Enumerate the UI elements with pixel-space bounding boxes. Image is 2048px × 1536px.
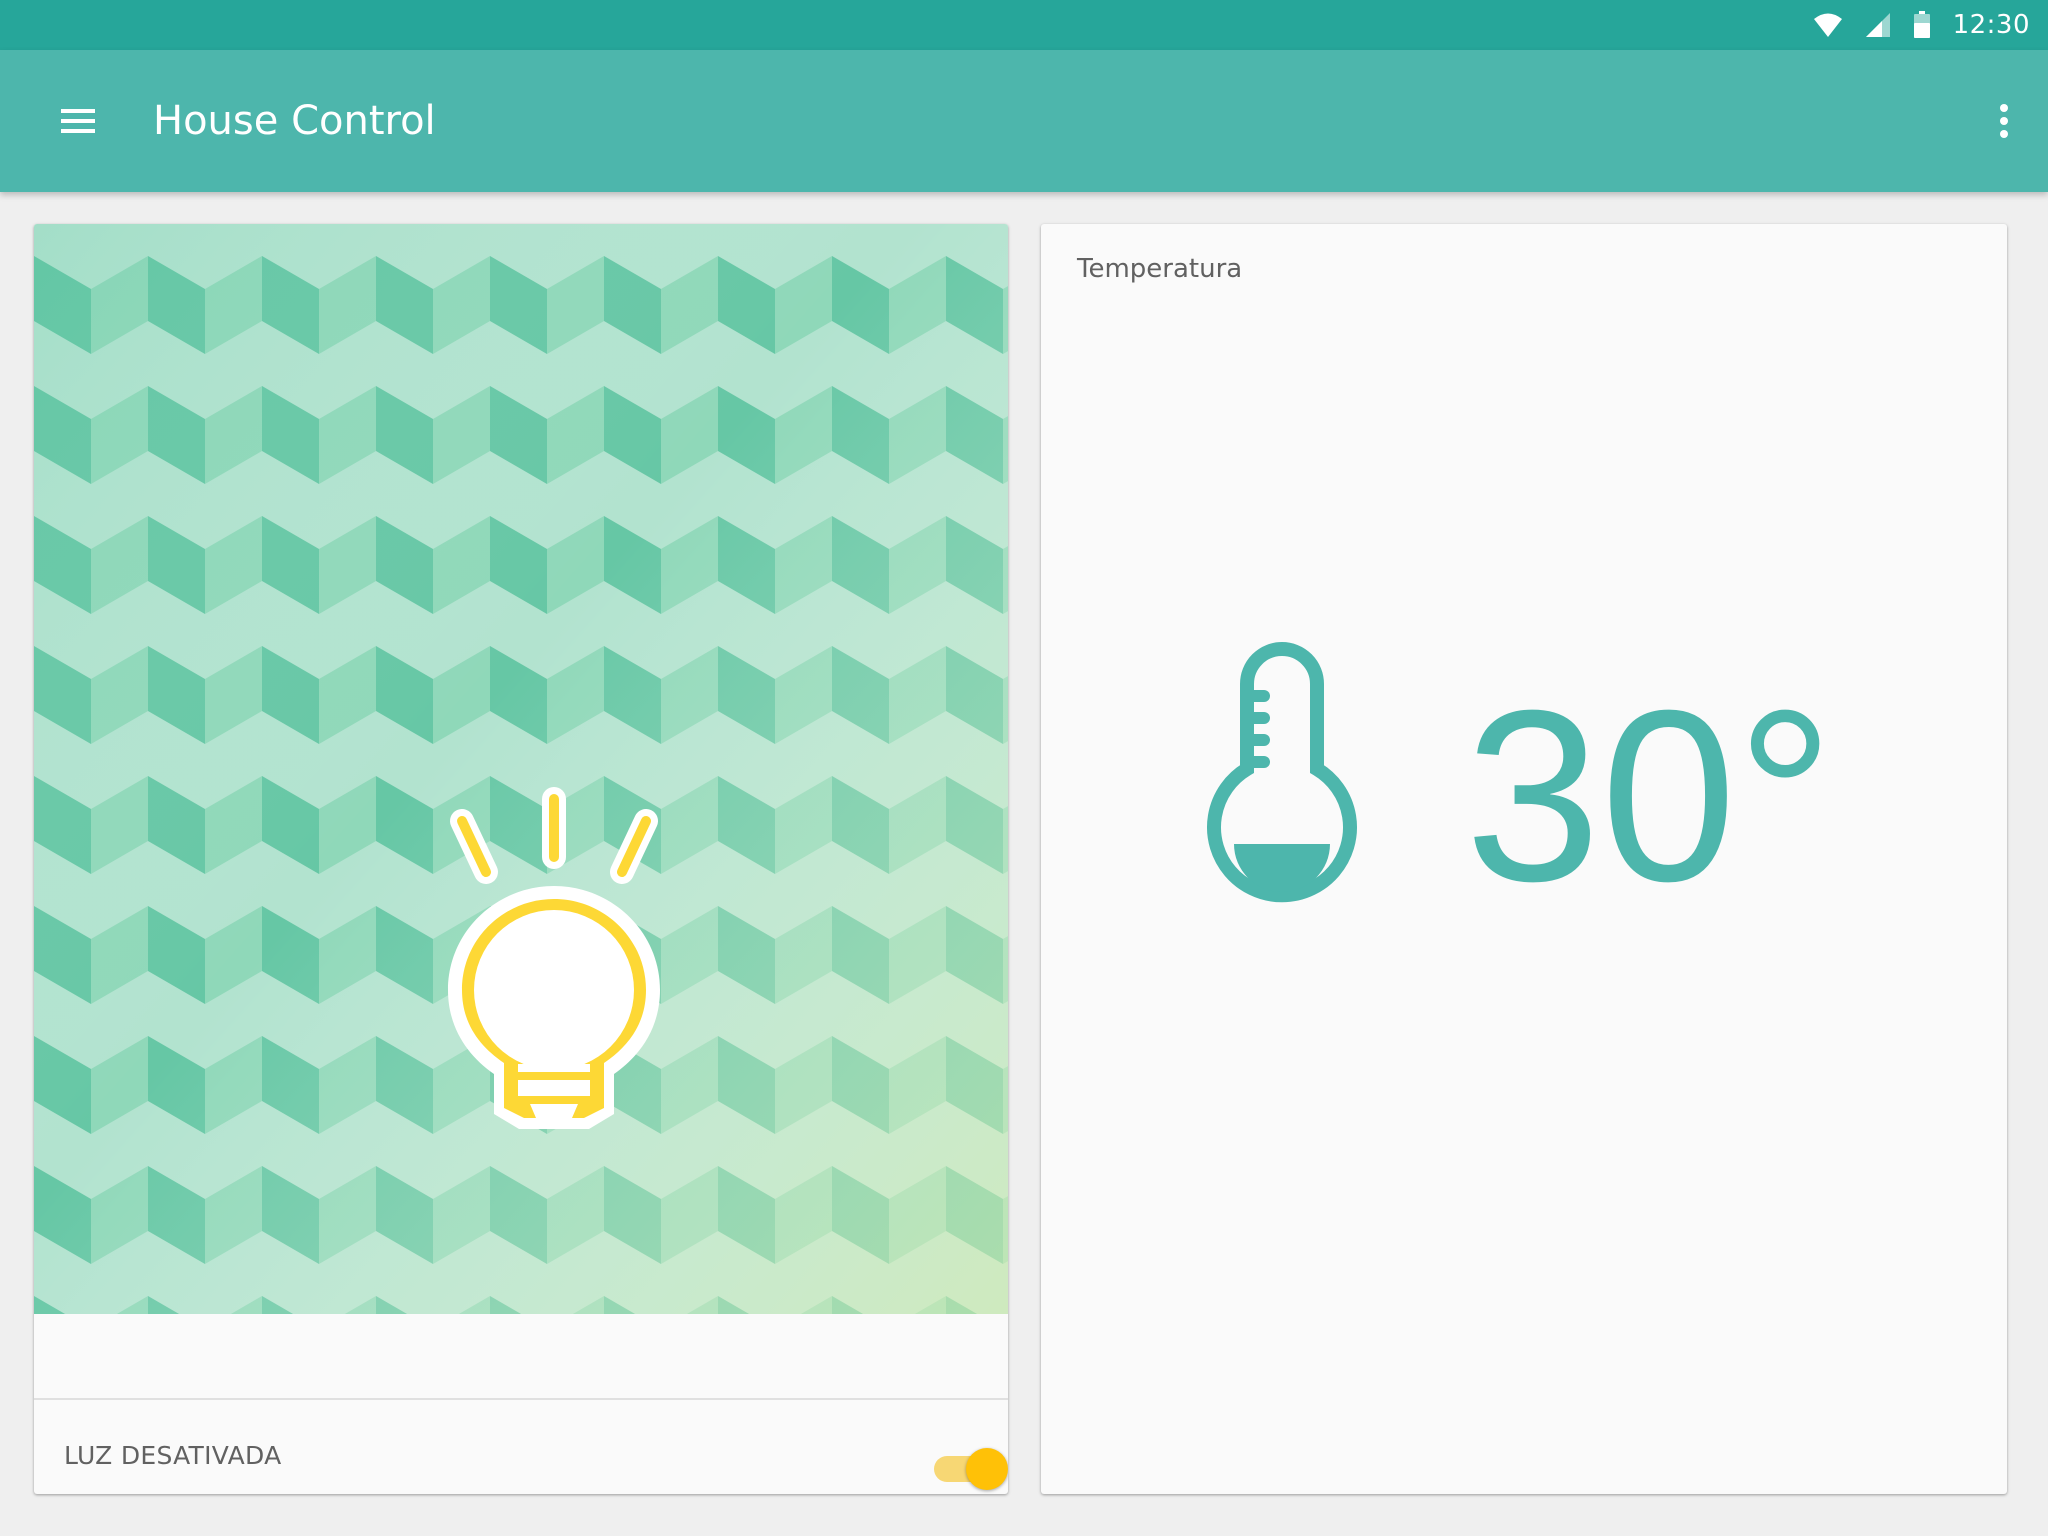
- menu-button[interactable]: [54, 98, 102, 144]
- battery-icon: [1913, 11, 1931, 39]
- temperature-card: Temperatura 30°: [1041, 224, 2007, 1494]
- menu-icon: [54, 109, 102, 148]
- more-vert-icon: [1984, 104, 2024, 148]
- thermometer-icon: [1202, 634, 1362, 954]
- status-bar: 12:30: [0, 0, 2048, 50]
- light-status-label: LUZ DESATIVADA: [64, 1441, 282, 1470]
- lightbulb-button[interactable]: [434, 774, 674, 1174]
- light-toggle-switch[interactable]: [934, 1448, 1008, 1492]
- app-title: House Control: [153, 98, 436, 144]
- status-icons: 12:30: [1813, 0, 2030, 50]
- temperature-label: Temperatura: [1077, 254, 1243, 284]
- temperature-value: 30°: [1465, 659, 1834, 932]
- card-divider: [34, 1398, 1008, 1400]
- more-options-button[interactable]: [1984, 98, 2024, 144]
- lightbulb-icon: [434, 787, 674, 1178]
- light-card: LUZ DESATIVADA: [34, 224, 1008, 1494]
- app-bar: House Control: [0, 50, 2048, 192]
- switch-thumb: [966, 1448, 1008, 1490]
- wifi-icon: [1813, 12, 1843, 38]
- status-time: 12:30: [1952, 10, 2030, 40]
- signal-icon: [1865, 12, 1891, 38]
